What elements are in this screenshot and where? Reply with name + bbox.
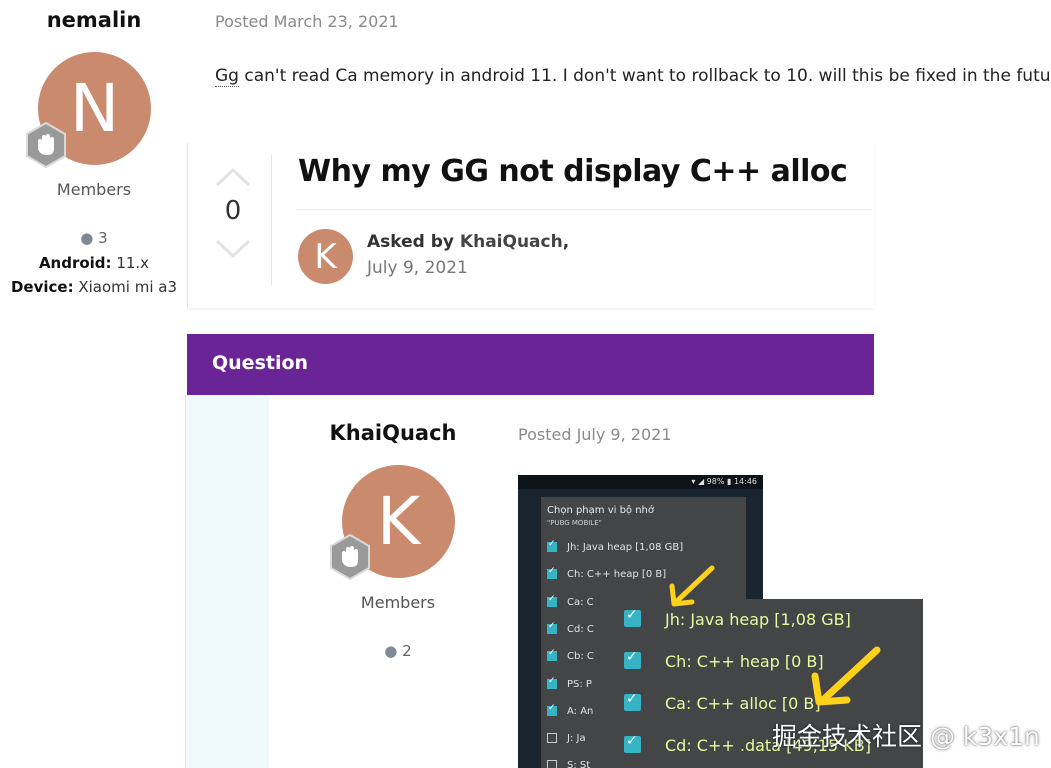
asked-suffix: , — [562, 232, 570, 252]
member-group: Members — [360, 593, 436, 612]
asked-by: Asked by KhaiQuach, — [367, 232, 569, 252]
zoomed-memory-range-row: Jh: Java heap [1,08 GB] — [624, 607, 851, 629]
rank-badge-icon — [26, 121, 66, 169]
checkbox-checked-icon[interactable] — [547, 539, 557, 552]
checkbox-checked-icon[interactable] — [547, 648, 557, 662]
post-date[interactable]: Posted March 23, 2021 — [215, 12, 399, 31]
memory-range-label: Ca: C — [567, 596, 594, 608]
author-name[interactable]: KhaiQuach — [293, 421, 493, 445]
memory-range-label: Jh: Java heap [1,08 GB] — [665, 610, 851, 629]
memory-range-label: Ca: C++ alloc [0 B] — [665, 694, 821, 713]
comment-icon: ● — [384, 642, 398, 660]
dialog-title: Chọn phạm vi bộ nhớ — [547, 505, 655, 516]
post-count: ● 2 — [298, 642, 498, 660]
memory-range-row[interactable]: Cb: C — [547, 648, 594, 663]
post-count-value: 2 — [402, 642, 412, 660]
divider — [296, 209, 872, 210]
memory-range-label: A: An — [567, 705, 594, 717]
downvote-icon[interactable] — [214, 237, 252, 261]
checkbox-checked-icon — [624, 607, 641, 627]
vote-count: 0 — [224, 196, 242, 226]
asked-prefix: Asked by — [367, 232, 454, 252]
watermark: 掘金技术社区 @ k3x1n — [772, 722, 1040, 751]
checkbox-checked-icon — [624, 691, 641, 711]
status-bar: ▾ ◢ 98% ▮ 14:46 — [518, 475, 763, 489]
profile-field-android: Android: 11.x — [0, 254, 188, 272]
memory-range-row[interactable]: Ca: C — [547, 594, 594, 608]
checkbox-checked-icon — [624, 649, 641, 669]
memory-range-row[interactable]: A: An — [547, 703, 594, 717]
post-body: Gg can't read Ca memory in android 11. I… — [215, 66, 1051, 87]
rank-badge-icon — [330, 533, 370, 581]
question-date: July 9, 2021 — [367, 258, 468, 278]
checkbox-checked-icon[interactable] — [547, 703, 557, 716]
abbreviation[interactable]: Gg — [215, 66, 239, 87]
memory-range-row[interactable]: Cd: C — [547, 621, 594, 635]
divider — [185, 395, 186, 768]
field-label: Device: — [10, 278, 74, 296]
post-date[interactable]: Posted July 9, 2021 — [518, 425, 672, 444]
side-strip — [187, 395, 269, 768]
upvote-icon[interactable] — [214, 165, 252, 189]
member-group: Members — [56, 180, 132, 199]
memory-range-label: Jh: Java heap [1,08 GB] — [567, 542, 684, 553]
comment-icon: ● — [80, 229, 94, 247]
divider — [271, 155, 272, 285]
memory-range-row[interactable]: J: Ja — [547, 733, 586, 744]
highlight-arrow-icon — [669, 565, 715, 607]
profile-field-device: Device: Xiaomi mi a3 — [0, 278, 188, 296]
memory-range-label: Ch: C++ heap [0 B] — [665, 652, 824, 671]
post-count-value: 3 — [98, 229, 108, 247]
memory-range-row[interactable]: PS: P — [547, 676, 592, 690]
avatar[interactable]: K — [298, 229, 353, 284]
question-header-label: Question — [212, 352, 309, 374]
memory-range-label: Cd: C — [567, 623, 594, 635]
zoomed-memory-range-row: Ca: C++ alloc [0 B] — [624, 691, 821, 713]
checkbox-unchecked-icon[interactable] — [547, 733, 557, 744]
author-name[interactable]: nemalin — [0, 8, 188, 32]
memory-range-label: Ch: C++ heap [0 B] — [567, 569, 667, 581]
memory-range-label: Cb: C — [567, 651, 594, 663]
memory-range-row[interactable]: Ch: C++ heap [0 B] — [547, 566, 667, 581]
checkbox-checked-icon[interactable] — [547, 566, 557, 580]
post-count: ● 3 — [0, 229, 188, 247]
post-text: can't read Ca memory in android 11. I do… — [238, 66, 1051, 86]
field-value: Xiaomi mi a3 — [78, 278, 178, 296]
memory-range-row[interactable]: Jh: Java heap [1,08 GB] — [547, 539, 684, 553]
memory-range-label: S: St — [567, 760, 591, 768]
checkbox-checked-icon — [624, 733, 641, 753]
checkbox-checked-icon[interactable] — [547, 676, 557, 689]
zoomed-memory-range-row: Ch: C++ heap [0 B] — [624, 649, 824, 671]
checkbox-checked-icon[interactable] — [547, 594, 557, 607]
status-text: ▾ ◢ 98% ▮ 14:46 — [691, 477, 757, 486]
memory-range-label: PS: P — [567, 678, 592, 690]
field-value: 11.x — [116, 254, 150, 272]
memory-range-label: J: Ja — [567, 733, 586, 745]
question-title[interactable]: Why my GG not display C++ alloc — [298, 154, 848, 189]
author-link[interactable]: KhaiQuach — [460, 232, 563, 252]
highlight-arrow-icon — [811, 646, 881, 706]
checkbox-checked-icon[interactable] — [547, 621, 557, 634]
memory-range-row[interactable]: S: St — [547, 760, 590, 768]
field-label: Android: — [38, 254, 112, 272]
dialog-subtitle: "PUBG MOBILE" — [547, 519, 602, 527]
checkbox-unchecked-icon[interactable] — [547, 760, 557, 768]
